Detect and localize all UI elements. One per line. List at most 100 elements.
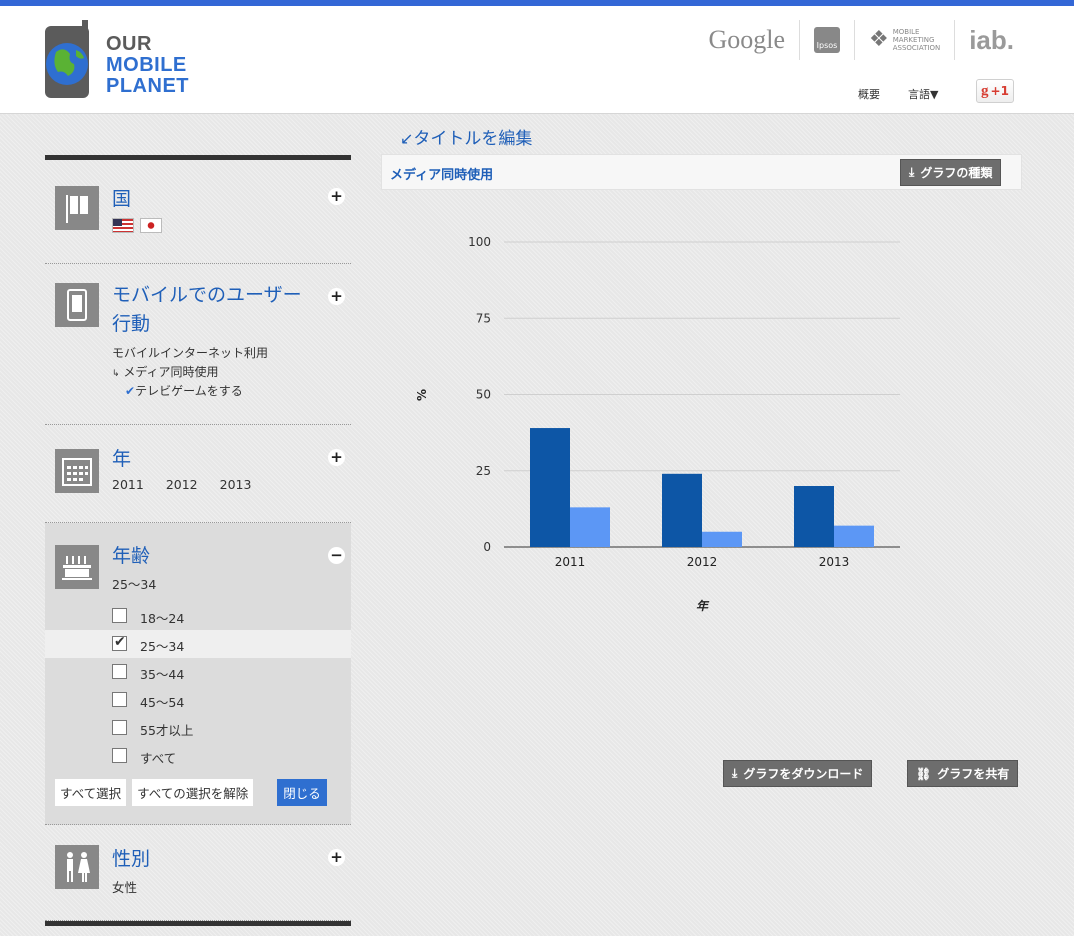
- checkbox[interactable]: [112, 664, 127, 679]
- filter-behavior: モバイルでのユーザー 行動 + モバイルインターネット利用 ↳ メディア同時使用…: [45, 264, 351, 425]
- mobile-phone-icon: [55, 283, 99, 327]
- y-tick-label: 0: [483, 540, 491, 554]
- overview-link[interactable]: 概要: [858, 86, 880, 102]
- sidebar-bottom-bar: [45, 921, 351, 926]
- filter-country: 国 +: [45, 160, 351, 264]
- bar-series-1: [530, 428, 570, 547]
- age-option-label: すべて: [140, 751, 177, 766]
- age-option-25-34[interactable]: 25〜34: [45, 630, 351, 658]
- expand-country-button[interactable]: +: [328, 188, 345, 205]
- checkbox[interactable]: [112, 608, 127, 623]
- age-selected-summary: 25〜34: [112, 577, 157, 592]
- graph-type-button[interactable]: ⤓ グラフの種類: [900, 159, 1002, 186]
- download-icon: ⤓: [732, 766, 738, 780]
- chart-title: メディア同時使用: [390, 168, 494, 183]
- age-option-label: 55才以上: [140, 723, 194, 738]
- selected-countries: [112, 217, 168, 233]
- gender-selected: 女性: [112, 880, 138, 895]
- logo-line-our: OUR: [106, 33, 152, 55]
- behavior-title-line-1: モバイルでのユーザー: [112, 284, 302, 306]
- age-options: 18〜24 25〜34 35〜44 45〜54 55才以上 すべて: [45, 602, 351, 770]
- y-tick-label: 50: [476, 388, 491, 402]
- filter-gender: 性別 + 女性: [45, 825, 351, 921]
- google-plus-one-button[interactable]: g +1: [976, 79, 1014, 103]
- age-option-label: 25〜34: [140, 639, 185, 654]
- behavior-line-2-text: メディア同時使用: [123, 365, 219, 379]
- iab-logo[interactable]: iab.: [955, 20, 1014, 60]
- bar-series-2: [570, 507, 610, 547]
- behavior-line-2: ↳ メディア同時使用: [112, 363, 219, 380]
- mma-line-3: ASSOCIATION: [892, 44, 941, 52]
- behavior-line-3-text: テレビゲームをする: [135, 384, 243, 398]
- download-icon: ⤓: [909, 165, 915, 179]
- y-tick-label: 25: [476, 464, 491, 478]
- checkbox[interactable]: [112, 720, 127, 735]
- age-option-55-plus[interactable]: 55才以上: [45, 714, 351, 742]
- share-graph-label: グラフを共有: [937, 767, 1010, 781]
- expand-gender-button[interactable]: +: [328, 849, 345, 866]
- google-logo[interactable]: Google: [694, 20, 800, 60]
- x-axis-label: 年: [696, 599, 710, 613]
- select-all-button[interactable]: すべて選択: [55, 779, 127, 806]
- share-graph-button[interactable]: ⛓ グラフを共有: [907, 760, 1019, 787]
- bar-series-1: [794, 486, 834, 547]
- behavior-line-3: ✔テレビゲームをする: [125, 382, 243, 399]
- expand-year-button[interactable]: +: [328, 449, 345, 466]
- year-2013: 2013: [219, 477, 252, 492]
- indent-arrow-icon: ↳: [112, 369, 120, 379]
- y-tick-label: 100: [468, 235, 491, 249]
- expand-behavior-button[interactable]: +: [328, 288, 345, 305]
- logo-line-mobile: MOBILE: [106, 54, 187, 76]
- edit-title-link[interactable]: ↙タイトルを編集: [400, 124, 532, 149]
- curved-arrow-icon: ↙: [400, 129, 414, 148]
- filter-age-title[interactable]: 年齢: [112, 542, 150, 571]
- mma-mark-icon: ❖: [869, 27, 889, 52]
- age-option-45-54[interactable]: 45〜54: [45, 686, 351, 714]
- graph-type-label: グラフの種類: [920, 166, 993, 180]
- chart-header: メディア同時使用 ⤓ グラフの種類: [381, 154, 1022, 190]
- filter-age: 年齢 − 25〜34 18〜24 25〜34 35〜44 45〜54 55才: [45, 523, 351, 825]
- globe-phone-icon: [45, 20, 89, 98]
- age-option-label: 45〜54: [140, 695, 185, 710]
- checkbox-checked[interactable]: [112, 634, 127, 651]
- checkbox[interactable]: [112, 692, 127, 707]
- language-menu[interactable]: 言語▼: [908, 86, 938, 102]
- x-tick-label: 2012: [687, 555, 718, 569]
- filter-behavior-title[interactable]: モバイルでのユーザー 行動: [112, 281, 302, 339]
- mma-logo[interactable]: ❖ MOBILE MARKETING ASSOCIATION: [855, 20, 956, 60]
- gender-people-icon: [55, 845, 99, 889]
- checkbox[interactable]: [112, 748, 127, 763]
- filter-year-title[interactable]: 年: [112, 445, 131, 474]
- bar-series-2: [702, 531, 742, 547]
- y-axis-label: %: [415, 389, 429, 401]
- age-option-35-44[interactable]: 35〜44: [45, 658, 351, 686]
- behavior-title-line-2: 行動: [112, 313, 151, 335]
- logo-text: OUR MOBILE PLANET: [106, 34, 189, 97]
- close-button[interactable]: 閉じる: [277, 779, 327, 806]
- calendar-icon: [55, 449, 99, 493]
- download-graph-button[interactable]: ⤓ グラフをダウンロード: [723, 760, 873, 787]
- age-option-all[interactable]: すべて: [45, 742, 351, 770]
- age-option-label: 35〜44: [140, 667, 185, 682]
- japan-flag-icon: [140, 218, 162, 233]
- filter-country-title[interactable]: 国: [112, 185, 131, 214]
- y-tick-label: 75: [476, 311, 491, 325]
- year-2012: 2012: [165, 477, 198, 492]
- x-tick-label: 2011: [555, 555, 586, 569]
- filter-gender-title[interactable]: 性別: [112, 845, 150, 874]
- age-option-label: 18〜24: [140, 611, 185, 626]
- header-links: 概要 言語▼: [858, 86, 938, 102]
- logo[interactable]: OUR MOBILE PLANET: [44, 20, 204, 100]
- bar-chart: 0 25 50 75 100 2011 2012 2013 年%: [415, 235, 900, 613]
- ipsos-logo[interactable]: Ipsos: [800, 20, 855, 60]
- age-option-18-24[interactable]: 18〜24: [45, 602, 351, 630]
- filter-year: 年 + 2011 2012 2013: [45, 425, 351, 523]
- gplus-g-icon: g: [981, 82, 989, 99]
- edit-title-text: タイトルを編集: [413, 129, 533, 149]
- age-action-buttons: すべて選択 すべての選択を解除 閉じる: [55, 779, 327, 806]
- collapse-age-button[interactable]: −: [328, 547, 345, 564]
- filter-sidebar: 国 + モバイルでのユーザー 行動 + モバイルインターネット利用 ↳ メディア…: [45, 155, 351, 926]
- deselect-all-button[interactable]: すべての選択を解除: [132, 779, 254, 806]
- link-icon: ⛓: [916, 766, 932, 781]
- bar-series-2: [834, 525, 874, 547]
